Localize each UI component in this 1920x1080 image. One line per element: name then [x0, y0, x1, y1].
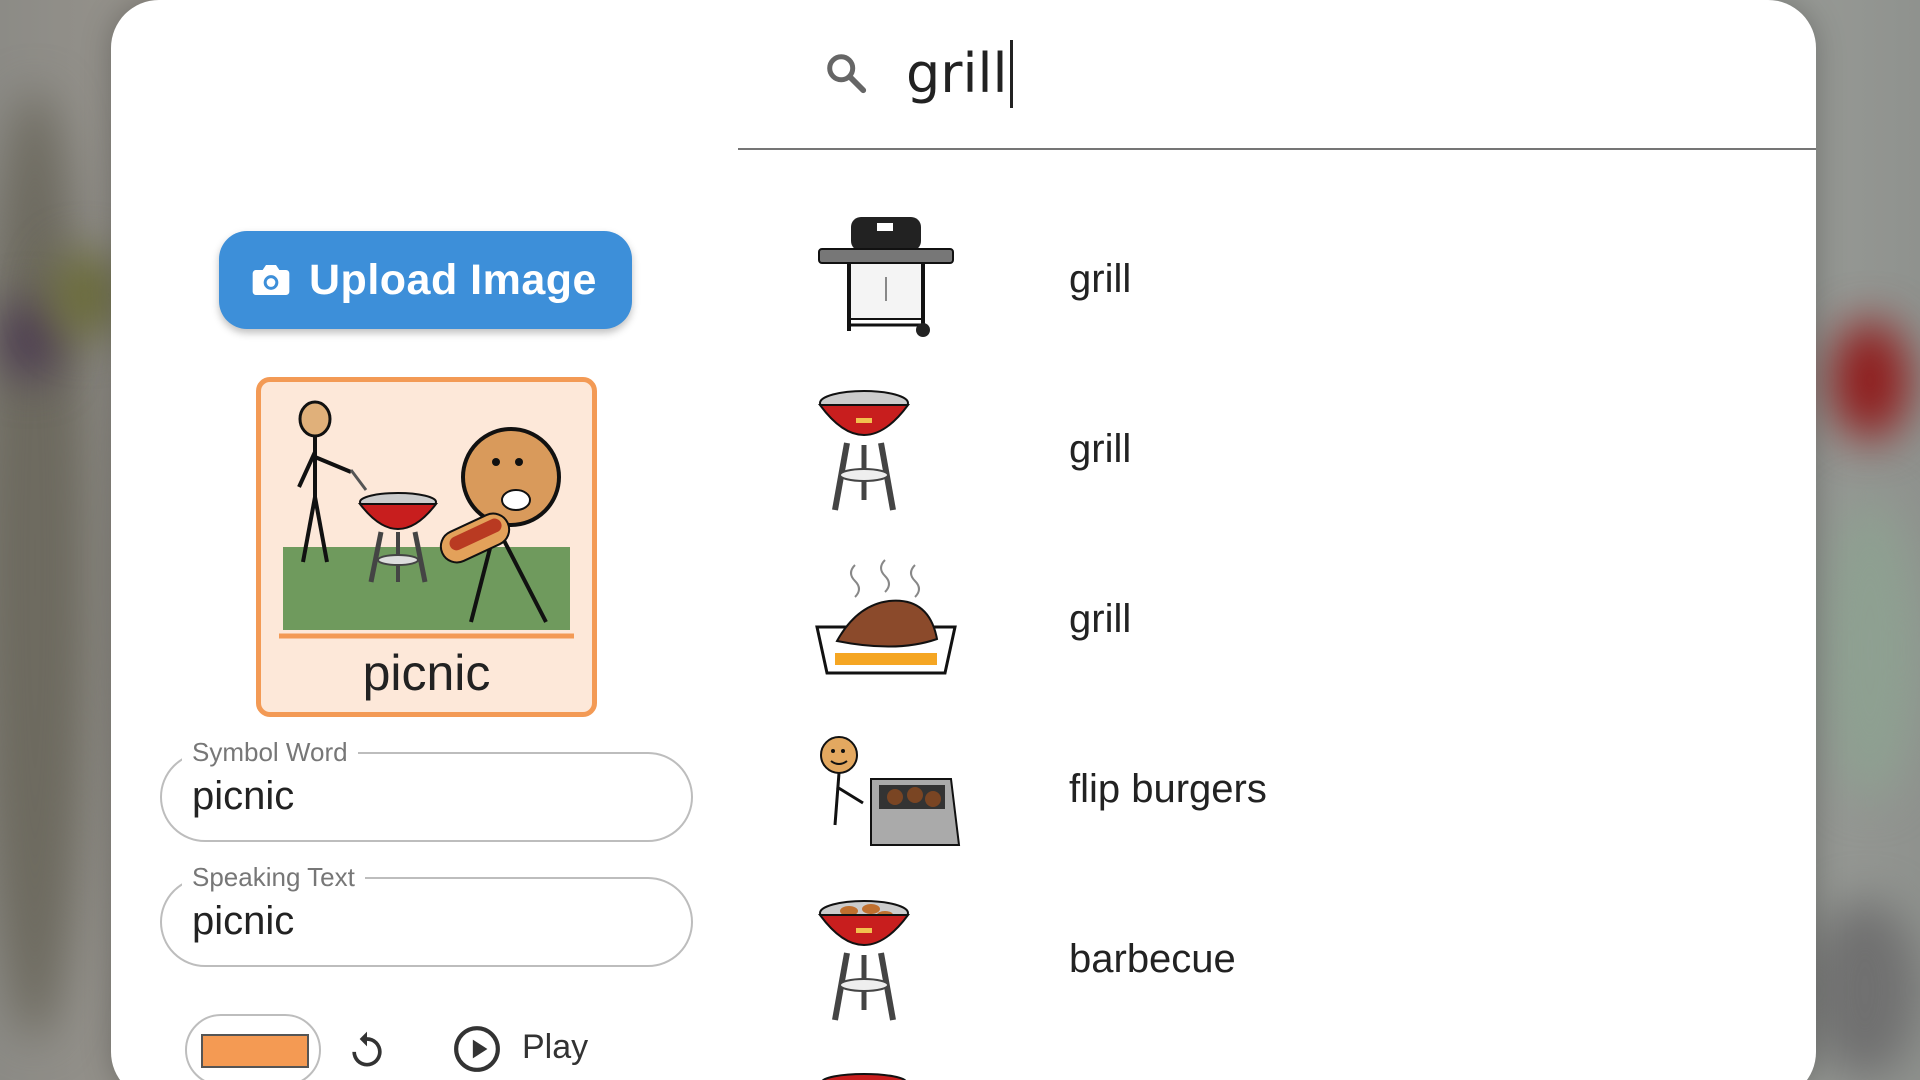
- speaking-text-field[interactable]: Speaking Text picnic: [160, 862, 693, 967]
- barbecue-icon: [818, 900, 910, 1021]
- symbol-editor-dialog: grill Upload Image picnic Symbol Word pi…: [111, 0, 1816, 1080]
- result-item[interactable]: barbecue: [811, 885, 1811, 1035]
- play-button[interactable]: Play: [452, 1024, 602, 1076]
- result-item[interactable]: grill: [811, 545, 1811, 695]
- upload-image-button[interactable]: Upload Image: [219, 231, 632, 329]
- next-result-partial: [821, 1073, 907, 1080]
- result-item[interactable]: grill: [811, 205, 1811, 355]
- kettle-grill-icon: [818, 390, 910, 511]
- result-item[interactable]: flip burgers: [811, 715, 1811, 865]
- color-swatch: [201, 1034, 309, 1068]
- search-bar: [738, 0, 1816, 150]
- card-word: picnic: [362, 645, 491, 701]
- result-label: grill: [1069, 257, 1132, 301]
- symbol-preview-card[interactable]: picnic: [256, 377, 597, 717]
- gas-grill-icon: [818, 217, 954, 337]
- speaking-text-input[interactable]: picnic: [192, 899, 294, 944]
- symbol-word-input[interactable]: picnic: [192, 774, 294, 819]
- flip-burgers-icon: [820, 736, 961, 846]
- speaking-text-label: Speaking Text: [182, 862, 365, 893]
- play-label: Play: [522, 1028, 589, 1066]
- reset-icon[interactable]: [345, 1028, 389, 1072]
- color-picker-button[interactable]: [185, 1014, 321, 1080]
- result-label: grill: [1069, 597, 1132, 641]
- upload-image-label: Upload Image: [309, 256, 597, 304]
- symbol-word-field[interactable]: Symbol Word picnic: [160, 737, 693, 842]
- text-caret: [1010, 40, 1013, 108]
- result-item[interactable]: grill: [811, 375, 1811, 525]
- search-input[interactable]: grill: [906, 38, 1008, 110]
- search-icon: [827, 54, 867, 94]
- result-label: barbecue: [1069, 937, 1236, 981]
- result-label: flip burgers: [1069, 767, 1267, 811]
- play-icon: [454, 1026, 500, 1072]
- camera-icon: [252, 265, 290, 295]
- symbol-word-label: Symbol Word: [182, 737, 358, 768]
- result-label: grill: [1069, 427, 1132, 471]
- steak-on-grill-icon: [815, 559, 957, 675]
